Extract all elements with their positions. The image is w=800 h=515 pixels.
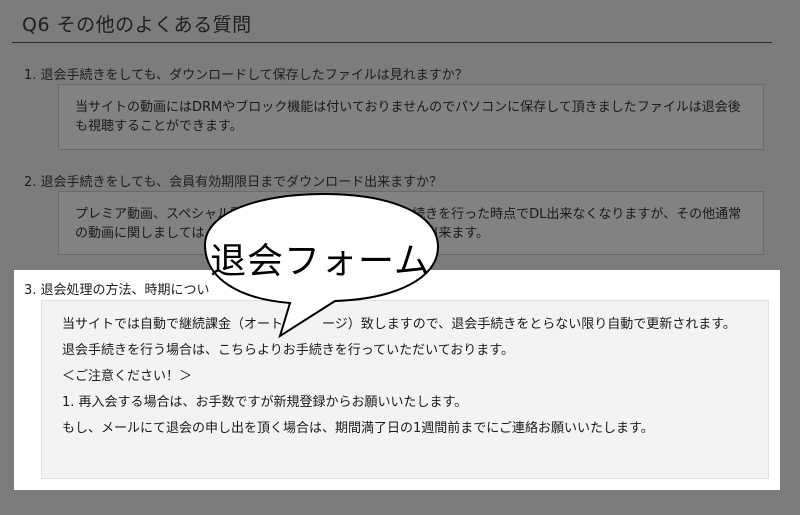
faq-answer-3-line-3: ＜ご注意ください！＞ <box>62 369 193 384</box>
faq-answer-1: 当サイトの動画にはDRMやブロック機能は付いておりませんのでパソコンに保存して頂… <box>58 84 764 150</box>
faq-question-3: 3. 退会処理の方法、時期につい <box>24 283 210 298</box>
faq-answer-3-line-4: 1. 再入会する場合は、お手数ですが新規登録からお願いいたします。 <box>62 395 468 410</box>
title-divider <box>12 42 772 43</box>
faq-question-1: 1. 退会手続きをしても、ダウンロードして保存したファイルは見れますか？ <box>24 68 468 83</box>
faq-answer-3-line-2[interactable]: 退会手続きを行う場合は、こちらよりお手続きを行っていただいております。 <box>62 341 754 360</box>
callout-text: 退会フォーム <box>210 241 431 282</box>
faq-answer-3-line-1: 当サイトでは自動で継続課金（オート ージ）致しますので、退会手続きをとらない限り… <box>62 317 736 332</box>
faq-answer-3-line-5: もし、メールにて退会の申し出を頂く場合は、期間満了日の1週間前までにご連絡お願い… <box>62 421 654 436</box>
faq-answer-1-text: 当サイトの動画にはDRMやブロック機能は付いておりませんのでパソコンに保存して頂… <box>75 100 741 134</box>
faq-answer-3: 当サイトでは自動で継続課金（オート ージ）致しますので、退会手続きをとらない限り… <box>41 300 769 479</box>
faq-item-3-highlight: 3. 退会処理の方法、時期につい 当サイトでは自動で継続課金（オート ージ）致し… <box>14 270 780 490</box>
section-title: Q6 その他のよくある質問 <box>22 14 252 36</box>
faq-question-2: 2. 退会手続きをしても、会員有効期限日までダウンロード出来ますか？ <box>24 175 443 190</box>
